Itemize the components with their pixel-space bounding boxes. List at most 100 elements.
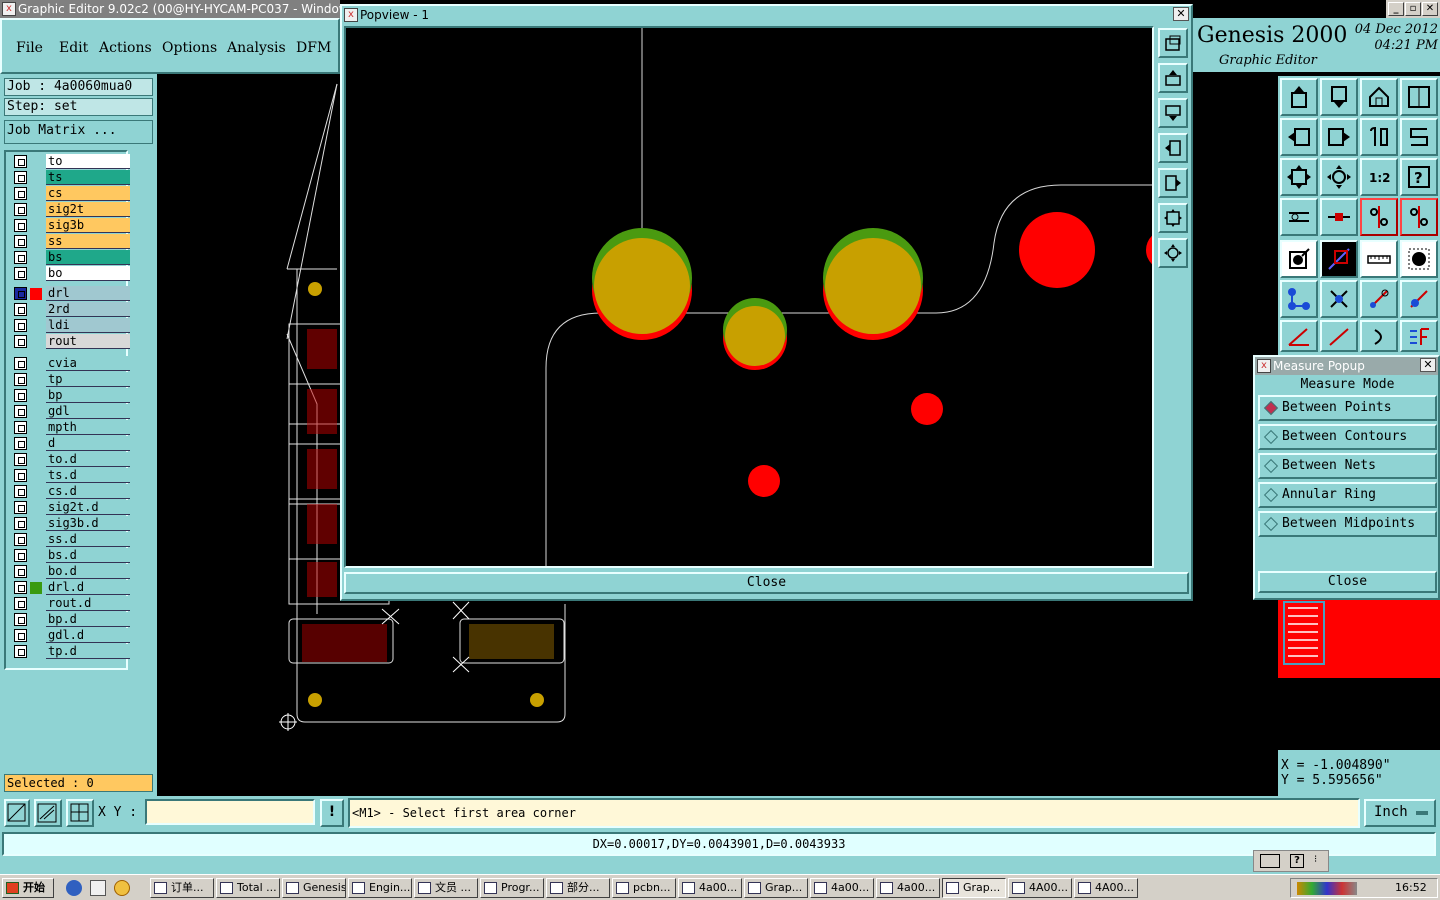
taskbar-item[interactable]: Grap... xyxy=(942,878,1006,898)
layer-row-cvia[interactable]: cvia xyxy=(14,356,130,371)
layer-row-ldi[interactable]: ldi xyxy=(14,318,130,333)
layer-checkbox[interactable] xyxy=(14,203,27,216)
expand-icon[interactable]: ⁝ xyxy=(1314,854,1317,865)
menu-edit[interactable]: Edit xyxy=(59,40,88,56)
layer-checkbox[interactable] xyxy=(14,565,27,578)
units-select[interactable]: Inch xyxy=(1364,799,1436,827)
net-select-icon[interactable] xyxy=(1360,198,1398,236)
home-icon[interactable] xyxy=(1360,78,1398,116)
taskbar-item[interactable]: 4a00... xyxy=(678,878,742,898)
maximize-icon[interactable]: ▫ xyxy=(1405,2,1421,16)
zoom-center-tool-icon[interactable] xyxy=(1320,158,1358,196)
taskbar-item[interactable]: Progr... xyxy=(480,878,544,898)
taskbar-item[interactable]: Total ... xyxy=(216,878,280,898)
layer-checkbox[interactable] xyxy=(14,357,27,370)
layer-checkbox[interactable] xyxy=(14,645,27,658)
taskbar-item[interactable]: 订单... xyxy=(150,878,214,898)
mirror-icon[interactable] xyxy=(1400,118,1438,156)
layer-checkbox[interactable] xyxy=(14,219,27,232)
layer-row-mpth[interactable]: mpth xyxy=(14,420,130,435)
layer-row-to-d[interactable]: to.d xyxy=(14,452,130,467)
popview-close-button[interactable]: Close xyxy=(344,572,1189,594)
layer-checkbox[interactable] xyxy=(14,171,27,184)
scale-1to2-icon[interactable]: 1:2 xyxy=(1360,158,1398,196)
rotate-icon[interactable] xyxy=(1360,118,1398,156)
split-view-icon[interactable] xyxy=(1400,78,1438,116)
taskbar-item[interactable]: Genesis xyxy=(282,878,346,898)
layer-row-sig2t[interactable]: sig2t xyxy=(14,202,130,217)
pan-right-icon[interactable] xyxy=(1158,168,1188,198)
layer-checkbox[interactable] xyxy=(14,581,27,594)
layer-row-ss-d[interactable]: ss.d xyxy=(14,532,130,547)
close-window-icon[interactable]: ✕ xyxy=(1422,2,1438,16)
menu-dfm[interactable]: DFM xyxy=(296,40,331,56)
layer-row-ss[interactable]: ss xyxy=(14,234,130,249)
layer-checkbox[interactable] xyxy=(14,267,27,280)
snap-icon[interactable] xyxy=(1320,240,1358,278)
menu-actions[interactable]: Actions xyxy=(99,40,152,56)
connect-points-icon[interactable] xyxy=(1280,280,1318,318)
layer-row-gdl-d[interactable]: gdl.d xyxy=(14,628,130,643)
layer-checkbox[interactable] xyxy=(14,187,27,200)
taskbar-item[interactable]: 部分... xyxy=(546,878,610,898)
layer-checkbox[interactable] xyxy=(14,235,27,248)
desktop-icon[interactable] xyxy=(90,880,106,896)
app-quick-icon[interactable] xyxy=(114,880,130,896)
taskbar-item[interactable]: 文员 ... xyxy=(414,878,478,898)
move-right-icon[interactable] xyxy=(1320,118,1358,156)
popview-canvas[interactable] xyxy=(344,26,1186,568)
layer-row-drl-d[interactable]: drl.d xyxy=(14,580,130,595)
layer-row-cs-d[interactable]: cs.d xyxy=(14,484,130,499)
layer-row-bp[interactable]: bp xyxy=(14,388,130,403)
layer-checkbox[interactable] xyxy=(14,373,27,386)
layer-checkbox[interactable] xyxy=(14,319,27,332)
layer-up-icon[interactable] xyxy=(1280,78,1318,116)
layer-row-ts-d[interactable]: ts.d xyxy=(14,468,130,483)
layer-row-sig2t-d[interactable]: sig2t.d xyxy=(14,500,130,515)
line-measure-icon[interactable] xyxy=(1360,280,1398,318)
layer-row-rout-d[interactable]: rout.d xyxy=(14,596,130,611)
layer-checkbox[interactable] xyxy=(14,533,27,546)
measure-option-between-contours[interactable]: Between Contours xyxy=(1258,424,1437,450)
layer-row-sig3b[interactable]: sig3b xyxy=(14,218,130,233)
zoom-center-icon[interactable] xyxy=(1158,238,1188,268)
overview-map[interactable] xyxy=(1278,600,1440,750)
component-icon[interactable] xyxy=(1320,198,1358,236)
measure-close-button[interactable]: Close xyxy=(1258,571,1437,593)
layer-checkbox[interactable] xyxy=(14,485,27,498)
layer-row-bs[interactable]: bs xyxy=(14,250,130,265)
layer-row-bs-d[interactable]: bs.d xyxy=(14,548,130,563)
layer-checkbox[interactable] xyxy=(14,437,27,450)
layer-row-cs[interactable]: cs xyxy=(14,186,130,201)
taskbar-item[interactable]: 4A00... xyxy=(1008,878,1072,898)
move-left-icon[interactable] xyxy=(1280,118,1318,156)
menu-options[interactable]: Options xyxy=(162,40,217,56)
layer-checkbox[interactable] xyxy=(14,597,27,610)
layer-checkbox[interactable] xyxy=(14,517,27,530)
layer-row-tp[interactable]: tp xyxy=(14,372,130,387)
help-icon[interactable]: ? xyxy=(1400,158,1438,196)
job-matrix-button[interactable]: Job Matrix ... xyxy=(4,120,153,144)
layer-row-rout[interactable]: rout xyxy=(14,334,130,349)
snap-line-icon[interactable] xyxy=(34,799,62,827)
slash-icon[interactable] xyxy=(1320,320,1358,352)
measure-tool-icon[interactable] xyxy=(1280,240,1318,278)
net-split-icon[interactable] xyxy=(1400,198,1438,236)
layer-checkbox[interactable] xyxy=(14,303,27,316)
layer-row-d[interactable]: d xyxy=(14,436,130,451)
layer-row-to[interactable]: to xyxy=(14,154,130,169)
pad-icon[interactable] xyxy=(1400,240,1438,278)
measure-option-between-points[interactable]: Between Points xyxy=(1258,395,1437,421)
layer-checkbox[interactable] xyxy=(14,549,27,562)
ie-icon[interactable] xyxy=(66,880,82,896)
popview-close-icon[interactable]: ✕ xyxy=(1173,7,1189,21)
layer-row-bo[interactable]: bo xyxy=(14,266,130,281)
measure-close-icon[interactable]: ✕ xyxy=(1420,358,1436,372)
layer-checkbox[interactable] xyxy=(14,287,27,300)
layer-down-icon[interactable] xyxy=(1320,78,1358,116)
angle-icon[interactable] xyxy=(1280,320,1318,352)
flip-icon[interactable] xyxy=(1400,320,1438,352)
layer-row-bp-d[interactable]: bp.d xyxy=(14,612,130,627)
taskbar-item[interactable]: 4a00... xyxy=(810,878,874,898)
pan-left-icon[interactable] xyxy=(1158,133,1188,163)
